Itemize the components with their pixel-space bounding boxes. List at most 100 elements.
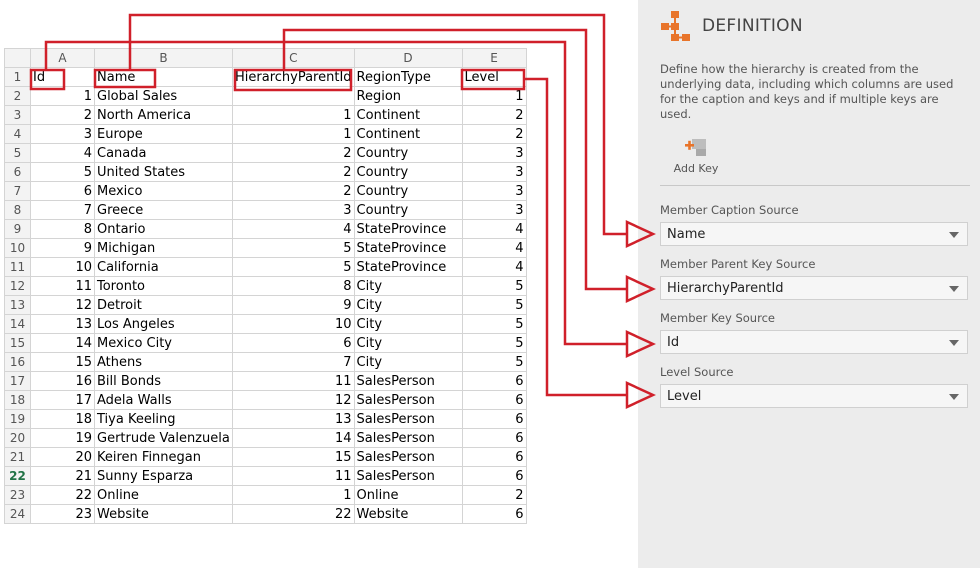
- row-number[interactable]: 7: [4, 181, 31, 201]
- table-cell[interactable]: SalesPerson: [353, 390, 463, 410]
- table-cell[interactable]: 17: [30, 390, 95, 410]
- row-number[interactable]: 18: [4, 390, 31, 410]
- table-cell[interactable]: 15: [30, 352, 95, 372]
- table-cell[interactable]: Continent: [353, 105, 463, 125]
- table-cell[interactable]: HierarchyParentId: [232, 67, 355, 87]
- row-number[interactable]: 10: [4, 238, 31, 258]
- row-number[interactable]: 23: [4, 485, 31, 505]
- table-cell[interactable]: Website: [94, 504, 233, 524]
- table-cell[interactable]: Ontario: [94, 219, 233, 239]
- table-cell[interactable]: 19: [30, 428, 95, 448]
- table-cell[interactable]: 3: [461, 143, 527, 163]
- table-cell[interactable]: Online: [353, 485, 463, 505]
- table-cell[interactable]: 11: [30, 276, 95, 296]
- table-cell[interactable]: 5: [461, 352, 527, 372]
- row-number[interactable]: 16: [4, 352, 31, 372]
- column-header-c[interactable]: C: [232, 48, 355, 68]
- table-cell[interactable]: 5: [461, 333, 527, 353]
- table-cell[interactable]: 1: [30, 86, 95, 106]
- table-cell[interactable]: SalesPerson: [353, 409, 463, 429]
- table-cell[interactable]: North America: [94, 105, 233, 125]
- row-number[interactable]: 12: [4, 276, 31, 296]
- table-cell[interactable]: 10: [232, 314, 355, 334]
- table-cell[interactable]: Online: [94, 485, 233, 505]
- table-cell[interactable]: Mexico: [94, 181, 233, 201]
- table-cell[interactable]: California: [94, 257, 233, 277]
- table-cell[interactable]: Country: [353, 143, 463, 163]
- table-cell[interactable]: Sunny Esparza: [94, 466, 233, 486]
- table-cell[interactable]: Bill Bonds: [94, 371, 233, 391]
- table-cell[interactable]: Continent: [353, 124, 463, 144]
- table-cell[interactable]: Country: [353, 162, 463, 182]
- select-all-corner[interactable]: [4, 48, 31, 68]
- table-cell[interactable]: SalesPerson: [353, 371, 463, 391]
- column-header-a[interactable]: A: [30, 48, 95, 68]
- table-cell[interactable]: Toronto: [94, 276, 233, 296]
- table-cell[interactable]: 7: [30, 200, 95, 220]
- table-cell[interactable]: 2: [461, 124, 527, 144]
- table-cell[interactable]: RegionType: [353, 67, 463, 87]
- table-cell[interactable]: 22: [30, 485, 95, 505]
- table-cell[interactable]: 22: [232, 504, 355, 524]
- table-cell[interactable]: Michigan: [94, 238, 233, 258]
- table-cell[interactable]: 6: [232, 333, 355, 353]
- table-cell[interactable]: 23: [30, 504, 95, 524]
- table-cell[interactable]: City: [353, 295, 463, 315]
- table-cell[interactable]: Id: [30, 67, 95, 87]
- table-cell[interactable]: 6: [461, 371, 527, 391]
- table-cell[interactable]: 2: [461, 105, 527, 125]
- table-cell[interactable]: Website: [353, 504, 463, 524]
- table-cell[interactable]: 3: [461, 162, 527, 182]
- table-cell[interactable]: 4: [30, 143, 95, 163]
- table-cell[interactable]: Country: [353, 200, 463, 220]
- table-cell[interactable]: Gertrude Valenzuela: [94, 428, 233, 448]
- table-cell[interactable]: [232, 86, 355, 106]
- table-cell[interactable]: 8: [232, 276, 355, 296]
- table-cell[interactable]: 4: [232, 219, 355, 239]
- table-cell[interactable]: 3: [461, 200, 527, 220]
- row-number[interactable]: 13: [4, 295, 31, 315]
- table-cell[interactable]: 8: [30, 219, 95, 239]
- table-cell[interactable]: 5: [461, 314, 527, 334]
- table-cell[interactable]: 9: [232, 295, 355, 315]
- table-cell[interactable]: 14: [232, 428, 355, 448]
- table-cell[interactable]: 18: [30, 409, 95, 429]
- row-number[interactable]: 20: [4, 428, 31, 448]
- table-cell[interactable]: 2: [232, 162, 355, 182]
- table-cell[interactable]: StateProvince: [353, 257, 463, 277]
- table-cell[interactable]: 6: [30, 181, 95, 201]
- table-cell[interactable]: Adela Walls: [94, 390, 233, 410]
- table-cell[interactable]: 9: [30, 238, 95, 258]
- table-cell[interactable]: 3: [461, 181, 527, 201]
- table-cell[interactable]: 1: [232, 105, 355, 125]
- row-number[interactable]: 5: [4, 143, 31, 163]
- level-source-select[interactable]: Level: [660, 384, 968, 408]
- table-cell[interactable]: 2: [30, 105, 95, 125]
- table-cell[interactable]: 2: [461, 485, 527, 505]
- table-cell[interactable]: Los Angeles: [94, 314, 233, 334]
- column-header-b[interactable]: B: [94, 48, 233, 68]
- table-cell[interactable]: 6: [461, 447, 527, 467]
- table-cell[interactable]: Athens: [94, 352, 233, 372]
- table-cell[interactable]: Country: [353, 181, 463, 201]
- table-cell[interactable]: 6: [461, 466, 527, 486]
- column-header-d[interactable]: D: [353, 48, 463, 68]
- table-cell[interactable]: Mexico City: [94, 333, 233, 353]
- table-cell[interactable]: 2: [232, 181, 355, 201]
- table-cell[interactable]: StateProvince: [353, 238, 463, 258]
- table-cell[interactable]: 1: [461, 86, 527, 106]
- table-cell[interactable]: Level: [461, 67, 527, 87]
- table-cell[interactable]: SalesPerson: [353, 428, 463, 448]
- table-cell[interactable]: 4: [461, 238, 527, 258]
- column-header-e[interactable]: E: [461, 48, 527, 68]
- table-cell[interactable]: Detroit: [94, 295, 233, 315]
- table-cell[interactable]: 3: [232, 200, 355, 220]
- table-cell[interactable]: 1: [232, 485, 355, 505]
- row-number[interactable]: 4: [4, 124, 31, 144]
- table-cell[interactable]: StateProvince: [353, 219, 463, 239]
- table-cell[interactable]: 4: [461, 219, 527, 239]
- table-cell[interactable]: Global Sales: [94, 86, 233, 106]
- table-cell[interactable]: 11: [232, 371, 355, 391]
- table-cell[interactable]: 13: [30, 314, 95, 334]
- table-cell[interactable]: Keiren Finnegan: [94, 447, 233, 467]
